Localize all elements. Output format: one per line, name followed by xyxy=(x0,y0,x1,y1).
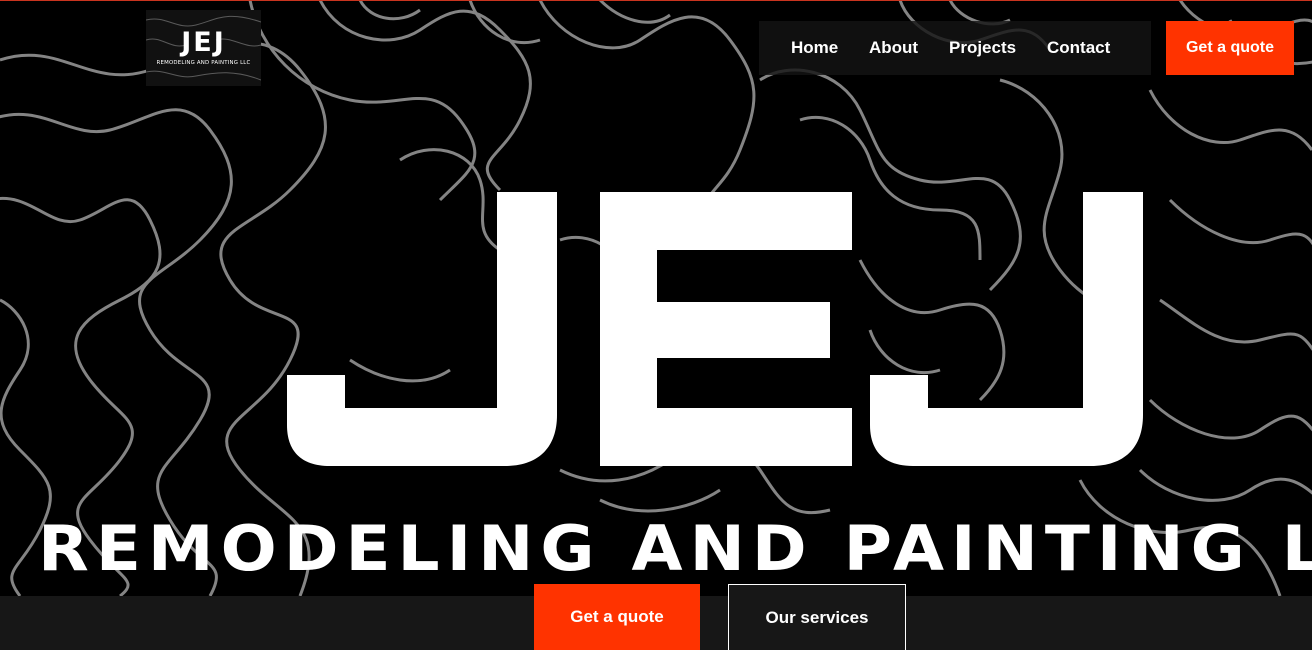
top-accent-line xyxy=(0,0,1312,1)
our-services-button[interactable]: Our services xyxy=(728,584,906,650)
nav-item-home[interactable]: Home xyxy=(791,38,838,58)
logo-mark: JEJ xyxy=(181,27,226,58)
main-nav: Home About Projects Contact xyxy=(759,21,1151,75)
hero-section: REMODELING AND PAINTING LLC xyxy=(0,0,1312,596)
header-get-quote-button[interactable]: Get a quote xyxy=(1166,21,1294,75)
nav-item-about[interactable]: About xyxy=(869,38,918,58)
nav-item-projects[interactable]: Projects xyxy=(949,38,1016,58)
get-quote-button[interactable]: Get a quote xyxy=(534,584,700,650)
hero-subtitle: REMODELING AND PAINTING LLC xyxy=(38,512,1312,586)
nav-item-contact[interactable]: Contact xyxy=(1047,38,1110,58)
logo-subtitle: REMODELING AND PAINTING LLC xyxy=(156,60,251,66)
site-logo[interactable]: JEJ REMODELING AND PAINTING LLC xyxy=(146,10,261,86)
hero-brand-mark xyxy=(287,192,1143,466)
